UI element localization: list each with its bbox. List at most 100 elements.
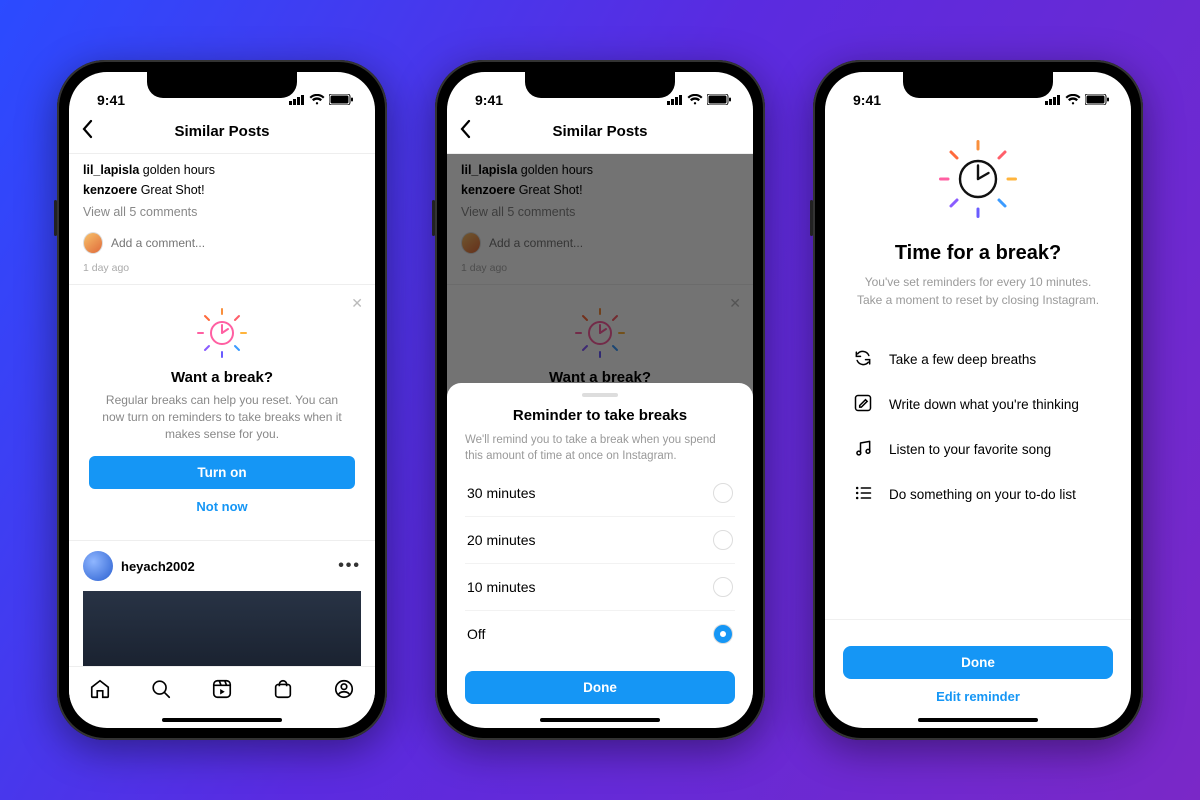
post-image[interactable] — [83, 591, 361, 666]
comment-user: lil_lapisla — [83, 163, 139, 177]
option-label: Off — [467, 626, 485, 642]
break-tips-list: Take a few deep breaths Write down what … — [851, 337, 1105, 517]
radio-icon-selected[interactable] — [713, 624, 733, 644]
profile-tab-icon[interactable] — [333, 678, 355, 705]
add-comment-input[interactable] — [111, 236, 361, 250]
phone-notch — [525, 72, 675, 98]
bottom-tab-bar — [69, 666, 375, 716]
reminder-option[interactable]: 30 minutes — [465, 470, 735, 517]
home-indicator[interactable] — [162, 718, 282, 722]
wifi-icon — [309, 92, 325, 108]
reminder-option[interactable]: 10 minutes — [465, 564, 735, 611]
prompt-title: Want a break? — [89, 369, 355, 386]
break-subtitle: You've set reminders for every 10 minute… — [851, 273, 1105, 309]
phone-screen-1: 9:41 Similar Posts lil_lapisla golden ho… — [69, 72, 375, 728]
phone-screen-2: 9:41 Similar Posts lil_lapisla golden ho… — [447, 72, 753, 728]
sheet-description: We'll remind you to take a break when yo… — [465, 432, 735, 464]
post-timestamp: 1 day ago — [69, 258, 375, 284]
radio-icon[interactable] — [713, 577, 733, 597]
status-indicators — [667, 92, 731, 108]
page-title: Similar Posts — [552, 123, 647, 140]
avatar-icon — [83, 551, 113, 581]
back-icon[interactable] — [81, 119, 93, 145]
not-now-button[interactable]: Not now — [89, 489, 355, 524]
option-label: 30 minutes — [467, 485, 535, 501]
tip-row: Take a few deep breaths — [851, 337, 1105, 382]
status-indicators — [289, 92, 353, 108]
more-icon[interactable]: ••• — [338, 557, 361, 575]
comment-text: golden hours — [143, 163, 215, 177]
next-post-header: heyach2002 ••• — [69, 541, 375, 666]
phone-screen-3: 9:41 — [825, 72, 1131, 728]
status-indicators — [1045, 92, 1109, 108]
turn-on-button[interactable]: Turn on — [89, 456, 355, 489]
post-comments: lil_lapisla golden hours kenzoere Great … — [69, 154, 375, 228]
comment-text: Great Shot! — [141, 183, 205, 197]
home-indicator[interactable] — [918, 718, 1038, 722]
radio-icon[interactable] — [713, 483, 733, 503]
tip-row: Write down what you're thinking — [851, 382, 1105, 427]
status-time: 9:41 — [475, 92, 503, 108]
tip-row: Do something on your to-do list — [851, 472, 1105, 517]
feed-content-dimmed: lil_lapisla golden hours kenzoere Great … — [447, 154, 753, 716]
status-time: 9:41 — [97, 92, 125, 108]
sheet-title: Reminder to take breaks — [465, 407, 735, 424]
wifi-icon — [1065, 92, 1081, 108]
phone-mockup-1: 9:41 Similar Posts lil_lapisla golden ho… — [57, 60, 387, 740]
home-indicator[interactable] — [540, 718, 660, 722]
reminder-sheet: Reminder to take breaks We'll remind you… — [447, 383, 753, 716]
shop-tab-icon[interactable] — [272, 678, 294, 705]
post-author[interactable]: heyach2002 — [83, 551, 195, 581]
list-icon — [853, 483, 873, 506]
nav-header: Similar Posts — [447, 110, 753, 154]
break-prompt-card: ✕ Want a break? Reg — [69, 284, 375, 541]
option-label: 20 minutes — [467, 532, 535, 548]
reminder-option[interactable]: Off — [465, 611, 735, 657]
search-tab-icon[interactable] — [150, 678, 172, 705]
sheet-grabber[interactable] — [582, 393, 618, 397]
comment-row[interactable]: kenzoere Great Shot! — [83, 180, 361, 200]
feed-content[interactable]: lil_lapisla golden hours kenzoere Great … — [69, 154, 375, 666]
battery-icon — [707, 92, 731, 108]
back-icon[interactable] — [459, 119, 471, 145]
comment-row[interactable]: lil_lapisla golden hours — [83, 160, 361, 180]
home-tab-icon[interactable] — [89, 678, 111, 705]
add-comment-row[interactable] — [69, 228, 375, 258]
phone-notch — [147, 72, 297, 98]
tip-row: Listen to your favorite song — [851, 427, 1105, 472]
refresh-icon — [853, 348, 873, 371]
break-title: Time for a break? — [851, 242, 1105, 265]
done-button[interactable]: Done — [843, 646, 1113, 679]
page-title: Similar Posts — [174, 123, 269, 140]
music-icon — [853, 438, 873, 461]
radio-icon[interactable] — [713, 530, 733, 550]
phone-mockup-3: 9:41 — [813, 60, 1143, 740]
write-icon — [853, 393, 873, 416]
nav-header: Similar Posts — [69, 110, 375, 154]
break-fullscreen: Time for a break? You've set reminders f… — [825, 110, 1131, 716]
edit-reminder-button[interactable]: Edit reminder — [843, 679, 1113, 714]
signal-icon — [1045, 92, 1061, 108]
break-actions: Done Edit reminder — [825, 619, 1131, 716]
done-button[interactable]: Done — [465, 671, 735, 704]
battery-icon — [329, 92, 353, 108]
reminder-option[interactable]: 20 minutes — [465, 517, 735, 564]
phone-notch — [903, 72, 1053, 98]
reels-tab-icon[interactable] — [211, 678, 233, 705]
option-label: 10 minutes — [467, 579, 535, 595]
clock-icon — [89, 307, 355, 359]
tip-text: Write down what you're thinking — [889, 397, 1079, 412]
view-all-comments-link[interactable]: View all 5 comments — [83, 202, 361, 222]
tip-text: Take a few deep breaths — [889, 352, 1036, 367]
tip-text: Do something on your to-do list — [889, 487, 1076, 502]
prompt-body: Regular breaks can help you reset. You c… — [89, 392, 355, 442]
signal-icon — [667, 92, 683, 108]
post-author-name: heyach2002 — [121, 559, 195, 574]
close-icon[interactable]: ✕ — [351, 295, 363, 312]
phone-mockup-2: 9:41 Similar Posts lil_lapisla golden ho… — [435, 60, 765, 740]
tip-text: Listen to your favorite song — [889, 442, 1051, 457]
battery-icon — [1085, 92, 1109, 108]
wifi-icon — [687, 92, 703, 108]
status-time: 9:41 — [853, 92, 881, 108]
avatar-icon — [83, 232, 103, 254]
